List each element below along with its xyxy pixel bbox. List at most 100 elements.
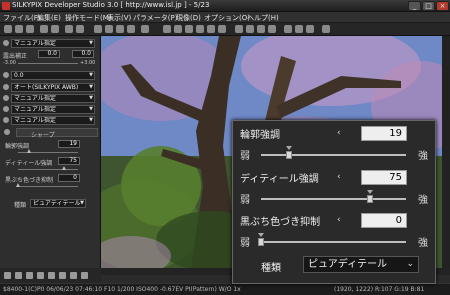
chevron-down-icon: ▼ xyxy=(89,117,93,123)
scale-max: +3.00 xyxy=(80,60,96,66)
minimize-button[interactable]: _ xyxy=(408,1,421,11)
outline-slider-track[interactable] xyxy=(261,154,406,156)
outline-label-small: 輪郭強調 xyxy=(5,143,30,150)
sort-icon[interactable] xyxy=(81,272,88,279)
tone-select[interactable]: マニュアル指定 ▼ xyxy=(11,94,95,103)
detail-slider-track[interactable] xyxy=(261,198,406,200)
maximize-button[interactable]: □ xyxy=(422,1,435,11)
lock-icon[interactable] xyxy=(59,272,66,279)
menu-options[interactable]: オプション(O) xyxy=(204,13,250,23)
fringe-label: 黒ぶち色づき抑制 xyxy=(240,217,321,228)
close-button[interactable]: × xyxy=(436,1,449,11)
menu-edit[interactable]: 編集(E) xyxy=(37,13,61,23)
color-row: マニュアル指定 ▼ xyxy=(2,105,99,114)
paste-params-icon[interactable] xyxy=(26,272,33,279)
rotate-right-icon[interactable] xyxy=(207,25,215,33)
outline-label: 輪郭強調 xyxy=(240,130,280,141)
undo-icon[interactable] xyxy=(40,25,48,33)
tab-sharp[interactable]: シャープ xyxy=(16,128,98,139)
sensitivity-row: 0.0 ▼ xyxy=(2,71,99,80)
window-title: SILKYPIX Developer Studio 3.0 [ http://w… xyxy=(12,1,210,9)
detail-label-small: ディティール強調 xyxy=(5,160,53,167)
menu-develop[interactable]: 現像(D) xyxy=(176,13,201,23)
menu-file[interactable]: ファイル(F) xyxy=(3,13,41,23)
type-select[interactable]: ピュアディテール ⌄ xyxy=(303,256,419,273)
taste-row: マニュアル指定 ▼ xyxy=(2,39,99,48)
exposure-value-input[interactable]: 0.0 xyxy=(38,50,60,58)
preview-icon[interactable] xyxy=(116,25,124,33)
reset-icon[interactable] xyxy=(4,272,11,279)
grid-icon[interactable] xyxy=(105,25,113,33)
rotate-left-icon[interactable] xyxy=(196,25,204,33)
detail-strong-label: 強 xyxy=(418,195,428,206)
fringe-slider-track[interactable] xyxy=(261,241,406,243)
compare-icon[interactable] xyxy=(141,25,149,33)
flip-icon[interactable] xyxy=(218,25,226,33)
menu-help[interactable]: ヘルプ(H) xyxy=(247,13,279,23)
copy-icon[interactable] xyxy=(65,25,73,33)
detail-default-marker xyxy=(366,190,373,194)
type-label-small: 種類 xyxy=(14,202,27,209)
develop-icon[interactable] xyxy=(26,25,34,33)
vertical-scrollbar[interactable] xyxy=(442,36,450,268)
type-select-small-value: ピュアディテール xyxy=(33,200,81,207)
fringe-input[interactable]: 0 xyxy=(361,213,407,228)
type-select-small[interactable]: ピュアディテール ▼ xyxy=(30,199,86,208)
histogram-icon[interactable] xyxy=(268,25,276,33)
full-view-icon[interactable] xyxy=(127,25,135,33)
zoom-icon[interactable] xyxy=(163,25,171,33)
sharpness-select[interactable]: マニュアル指定 ▼ xyxy=(11,116,95,125)
detail-input-small[interactable]: 75 xyxy=(58,157,80,165)
thumbnail-icon[interactable] xyxy=(94,25,102,33)
menu-bar: ファイル(F) 編集(E) 操作モード(M) 表示(V) パラメータ(P) 現像… xyxy=(0,12,450,23)
menu-mode[interactable]: 操作モード(M) xyxy=(65,13,112,23)
white-balance-select[interactable]: オート(SILKYPIX AWB) ▼ xyxy=(11,83,95,92)
fringe-strong-label: 強 xyxy=(418,238,428,249)
delete-icon[interactable] xyxy=(306,25,314,33)
tag-icon[interactable] xyxy=(295,25,303,33)
toolbar xyxy=(0,23,450,36)
gray-point-icon[interactable] xyxy=(185,25,193,33)
fringe-input-small[interactable]: 0 xyxy=(58,174,80,182)
detail-slider-knob[interactable] xyxy=(366,195,373,203)
sharpness-row: マニュアル指定 ▼ xyxy=(2,116,99,125)
sharpness-icon xyxy=(3,117,9,123)
outline-strong-label: 強 xyxy=(418,151,428,162)
exposure-step-input[interactable]: 0.0 xyxy=(72,50,94,58)
copy-params-icon[interactable] xyxy=(15,272,22,279)
exposure-slider-track[interactable] xyxy=(18,63,78,64)
info-icon[interactable] xyxy=(284,25,292,33)
detail-label: ディティール強調 xyxy=(240,174,319,185)
hand-icon[interactable] xyxy=(174,25,182,33)
color-select[interactable]: マニュアル指定 ▼ xyxy=(11,105,95,114)
taste-select[interactable]: マニュアル指定 ▼ xyxy=(11,39,95,48)
straighten-icon[interactable] xyxy=(246,25,254,33)
spot-icon[interactable] xyxy=(257,25,265,33)
detail-input[interactable]: 75 xyxy=(361,170,407,185)
history-icon[interactable] xyxy=(37,272,44,279)
fringe-slider-knob[interactable] xyxy=(258,238,264,246)
save-icon[interactable] xyxy=(15,25,23,33)
fringe-slider-small[interactable] xyxy=(18,186,78,187)
settings-icon[interactable] xyxy=(322,25,330,33)
color-value: マニュアル指定 xyxy=(14,106,56,113)
exposure-label: 露出補正 xyxy=(3,53,28,60)
open-icon[interactable] xyxy=(4,25,12,33)
outline-input[interactable]: 19 xyxy=(361,126,407,141)
fringe-slider-thumb[interactable] xyxy=(16,183,20,187)
compare-params-icon[interactable] xyxy=(48,272,55,279)
mark-icon[interactable] xyxy=(70,272,77,279)
paste-icon[interactable] xyxy=(76,25,84,33)
crop-icon[interactable] xyxy=(235,25,243,33)
detail-slider-thumb[interactable] xyxy=(62,166,66,170)
tab-sharp-label: シャープ xyxy=(31,132,55,139)
sharpness-detail-panel: 輪郭強調 ‹ › 19 弱 強 ディティール強調 ‹ › 75 弱 強 黒ぶち色… xyxy=(232,120,436,284)
menu-view[interactable]: 表示(V) xyxy=(107,13,131,23)
outline-input-small[interactable]: 19 xyxy=(58,140,80,148)
outline-slider-knob[interactable] xyxy=(285,151,292,159)
sensitivity-select[interactable]: 0.0 ▼ xyxy=(11,71,95,80)
redo-icon[interactable] xyxy=(51,25,59,33)
outline-slider-thumb[interactable] xyxy=(27,149,31,153)
menu-parameter[interactable]: パラメータ(P) xyxy=(133,13,177,23)
detail-slider-small[interactable] xyxy=(18,169,78,170)
